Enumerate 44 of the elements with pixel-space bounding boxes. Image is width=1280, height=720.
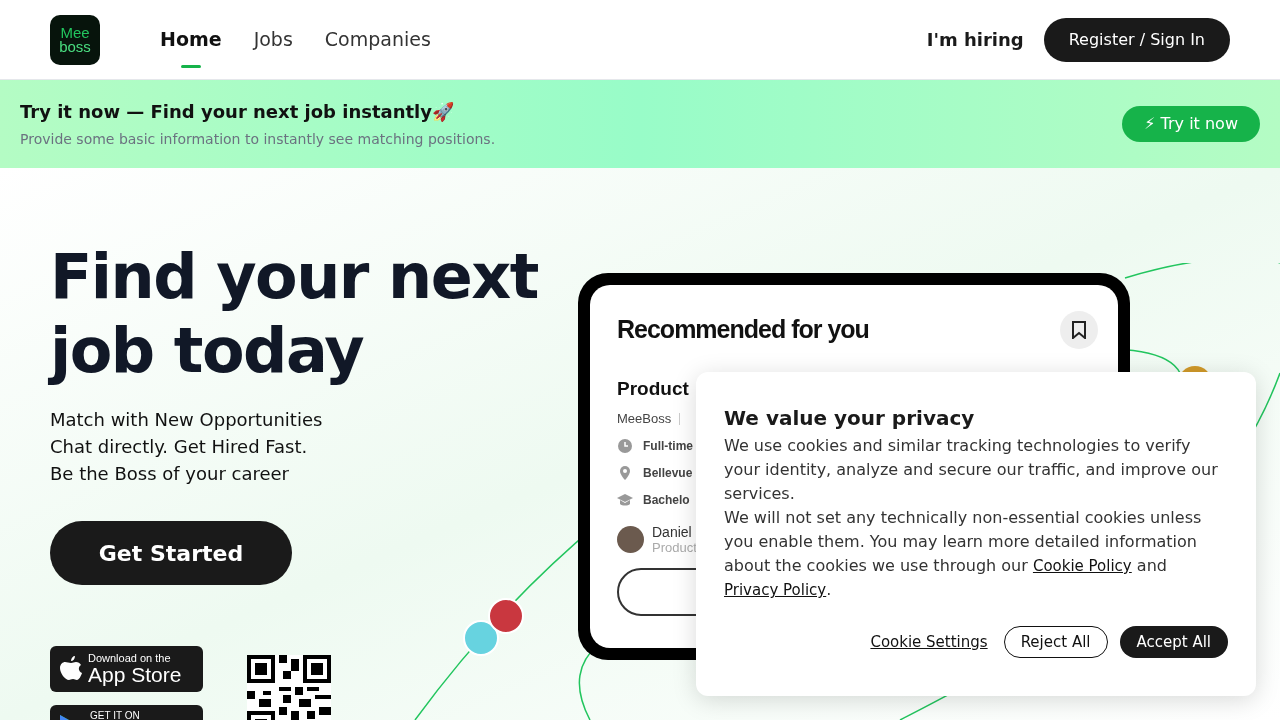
get-started-button[interactable]: Get Started [50, 521, 292, 585]
tagline: Be the Boss of your career [50, 462, 290, 486]
job-detail: Bellevue [643, 465, 693, 482]
recruiter-name: Daniel [652, 523, 693, 540]
badge-title: App Store [88, 664, 182, 685]
card-title: Recommended for you [617, 314, 869, 345]
nav-tab[interactable]: Jobs [253, 11, 293, 68]
dialog-title: We value your privacy [724, 405, 976, 432]
company-name: MeeBoss [617, 410, 672, 428]
accept-all-button[interactable]: Accept All [1119, 626, 1228, 658]
recruiter-role: Product [652, 539, 697, 556]
headline: Find your next job today [50, 240, 539, 388]
sign-in-button[interactable]: Register / Sign In [1043, 17, 1230, 62]
bookmark-icon [1072, 321, 1086, 339]
avatar-icon [488, 598, 524, 634]
job-title: Product [617, 376, 690, 401]
nav-tab[interactable]: Companies [324, 11, 431, 68]
job-detail: Bachelo [643, 492, 690, 509]
bookmark-button[interactable] [1060, 311, 1098, 349]
logo-text: boss [59, 39, 91, 54]
badge-caption: Download on the [88, 653, 172, 664]
apple-icon [60, 656, 82, 682]
hiring-link[interactable]: I'm hiring [926, 26, 1024, 53]
location-pin-icon [617, 465, 633, 481]
graduation-cap-icon [617, 492, 633, 508]
clock-icon [617, 438, 633, 454]
cookie-settings-link[interactable]: Cookie Settings [870, 630, 988, 654]
cookie-policy-link[interactable]: Cookie Policy [1032, 557, 1132, 575]
avatar-photo [617, 526, 644, 553]
google-play-badge[interactable]: GET IT ON [50, 705, 203, 720]
nav-tab[interactable]: Home [160, 11, 222, 68]
banner-subtitle: Provide some basic information to instantly see matching positions. [20, 130, 496, 149]
logo[interactable]: Mee boss [50, 14, 100, 65]
dialog-text: We will not set any technically non-essential cookies unless you enable them. You may learn more detailed information about the cookies we use through our Cookie Policy and Privacy Policy. [724, 507, 1203, 601]
privacy-policy-link[interactable]: Privacy Policy [724, 581, 827, 599]
tagline: Match with New Opportunities [50, 408, 324, 432]
logo-text: Mee [60, 25, 90, 40]
badge-caption: GET IT ON [90, 711, 140, 720]
avatar-icon [463, 620, 499, 656]
dialog-text: We use cookies and similar tracking technologies to verify your identity, analyze and secure our traffic, and improve our services. [724, 435, 1219, 505]
app-store-badge[interactable]: Download on the App Store [50, 646, 203, 692]
tagline: Chat directly. Get Hired Fast. [50, 435, 309, 459]
job-detail: Full-time [643, 438, 693, 455]
banner-title: Try it now — Find your next job instantly🚀 [20, 100, 455, 124]
